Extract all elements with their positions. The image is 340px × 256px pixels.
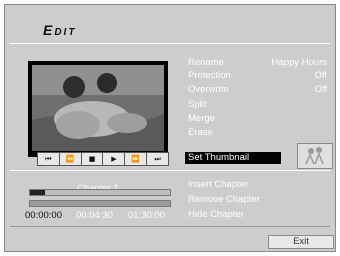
current-time: 00:00:00 [25,210,62,221]
menu-item-insert-chapter[interactable]: Insert Chapter [188,179,248,190]
video-preview [28,61,168,157]
protection-value: Off [314,70,328,81]
playback-controls: ⏮ ⏪ ■ ▶ ⏩ ⏭ [37,152,169,166]
edit-panel: Edit ⏮ ⏪ ■ ▶ ⏩ ⏭ Rename Happy Hours Prot… [4,4,336,252]
total-time: 01:30:00 [128,210,165,221]
play-button[interactable]: ▶ [102,152,126,166]
menu-item-hide-chapter[interactable]: Hide Chapter [188,209,244,220]
thumbnail-icon [297,143,333,169]
menu-item-remove-chapter[interactable]: Remove Chapter [188,194,260,205]
stop-button[interactable]: ■ [80,152,104,166]
skip-forward-button[interactable]: ⏭ [146,152,169,166]
menu-item-protection[interactable]: Protection [188,70,231,81]
page-title: Edit [43,22,77,38]
divider [10,43,330,44]
divider [10,170,330,171]
menu-item-rename[interactable]: Rename [188,57,224,68]
timeline-bar[interactable] [29,200,171,207]
divider [10,226,330,227]
menu-item-overwrite[interactable]: Overwrite [188,84,229,95]
chapter-progress-bar[interactable] [29,189,171,196]
rename-value: Happy Hours [271,57,327,68]
menu-item-merge[interactable]: Merge [188,113,215,124]
menu-item-split[interactable]: Split [188,99,206,110]
chapter-time: 00:04:30 [76,210,113,221]
exit-button[interactable]: Exit [268,235,334,249]
skip-back-button[interactable]: ⏮ [37,152,60,166]
menu-item-erase[interactable]: Erase [188,127,213,138]
menu-item-set-thumbnail[interactable]: Set Thumbnail [185,152,281,164]
preview-image [32,65,164,151]
overwrite-value: Off [314,84,328,95]
rewind-button[interactable]: ⏪ [58,152,82,166]
fast-forward-button[interactable]: ⏩ [124,152,148,166]
chapter-progress-fill [30,190,46,195]
